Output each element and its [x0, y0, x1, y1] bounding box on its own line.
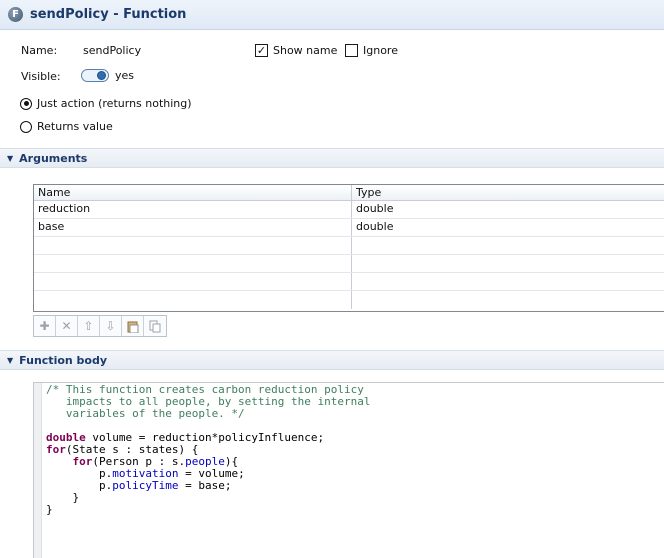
ignore-check-box[interactable] [345, 44, 358, 57]
arg-type-cell[interactable]: double [352, 219, 664, 236]
arg-name-cell[interactable]: base [34, 219, 352, 236]
arguments-table[interactable]: Name Type reduction double base double [33, 184, 664, 312]
name-label: Name: [21, 44, 58, 57]
paste-icon[interactable] [122, 316, 144, 336]
collapse-arrow-icon[interactable]: ▼ [7, 154, 13, 163]
name-field[interactable]: sendPolicy [83, 44, 141, 57]
show-name-check-box[interactable]: ✓ [255, 44, 268, 57]
radio-just-action[interactable]: Just action (returns nothing) [20, 97, 192, 110]
delete-icon[interactable]: ✕ [56, 316, 78, 336]
radio-selected[interactable] [20, 97, 32, 110]
arg-type-cell[interactable]: double [352, 201, 664, 218]
column-header-name[interactable]: Name [34, 185, 352, 200]
function-body-section-title: Function body [19, 353, 108, 367]
code-line-2: variables of the people. */ [46, 407, 245, 420]
ignore-label: Ignore [363, 44, 398, 57]
radio-returns-value-label: Returns value [37, 120, 113, 133]
name-row: Name: [21, 44, 57, 57]
column-header-type[interactable]: Type [352, 185, 664, 200]
function-body-section-header[interactable]: ▼ Function body [0, 350, 664, 370]
arguments-section-header[interactable]: ▼ Arguments [0, 148, 664, 168]
visible-toggle-group[interactable]: yes [81, 69, 134, 82]
show-name-checkbox[interactable]: ✓ Show name [255, 44, 337, 57]
toggle-knob [97, 71, 106, 80]
function-icon: F [8, 7, 23, 22]
arguments-section-title: Arguments [19, 151, 88, 165]
table-row-empty[interactable] [34, 291, 664, 309]
visible-row: Visible: [21, 70, 61, 83]
table-toolbar: ✚ ✕ ⇧ ⇩ [33, 315, 167, 337]
radio-unselected[interactable] [20, 120, 32, 133]
copy-icon[interactable] [144, 316, 166, 336]
move-down-icon[interactable]: ⇩ [100, 316, 122, 336]
radio-returns-value[interactable]: Returns value [20, 120, 113, 133]
arg-name-cell[interactable]: reduction [34, 201, 352, 218]
table-row-empty[interactable] [34, 273, 664, 291]
page-title: sendPolicy - Function [30, 7, 187, 22]
table-row-empty[interactable] [34, 255, 664, 273]
move-up-icon[interactable]: ⇧ [78, 316, 100, 336]
code-gutter [34, 383, 42, 558]
radio-just-action-label: Just action (returns nothing) [37, 97, 192, 110]
collapse-arrow-icon[interactable]: ▼ [7, 356, 13, 365]
table-row[interactable]: base double [34, 219, 664, 237]
table-header: Name Type [34, 185, 664, 201]
visible-value: yes [115, 69, 135, 82]
code-text[interactable]: /* This function creates carbon reductio… [46, 384, 371, 516]
visible-label: Visible: [21, 70, 61, 83]
name-value[interactable]: sendPolicy [83, 44, 141, 57]
show-name-label: Show name [273, 44, 338, 57]
visible-toggle[interactable] [81, 69, 109, 82]
table-row-empty[interactable] [34, 237, 664, 255]
function-body-editor[interactable]: /* This function creates carbon reductio… [33, 382, 664, 558]
code-line-10: } [46, 503, 53, 516]
table-row[interactable]: reduction double [34, 201, 664, 219]
add-icon[interactable]: ✚ [34, 316, 56, 336]
editor-title-bar: F sendPolicy - Function [0, 0, 664, 30]
ignore-checkbox[interactable]: Ignore [345, 44, 398, 57]
